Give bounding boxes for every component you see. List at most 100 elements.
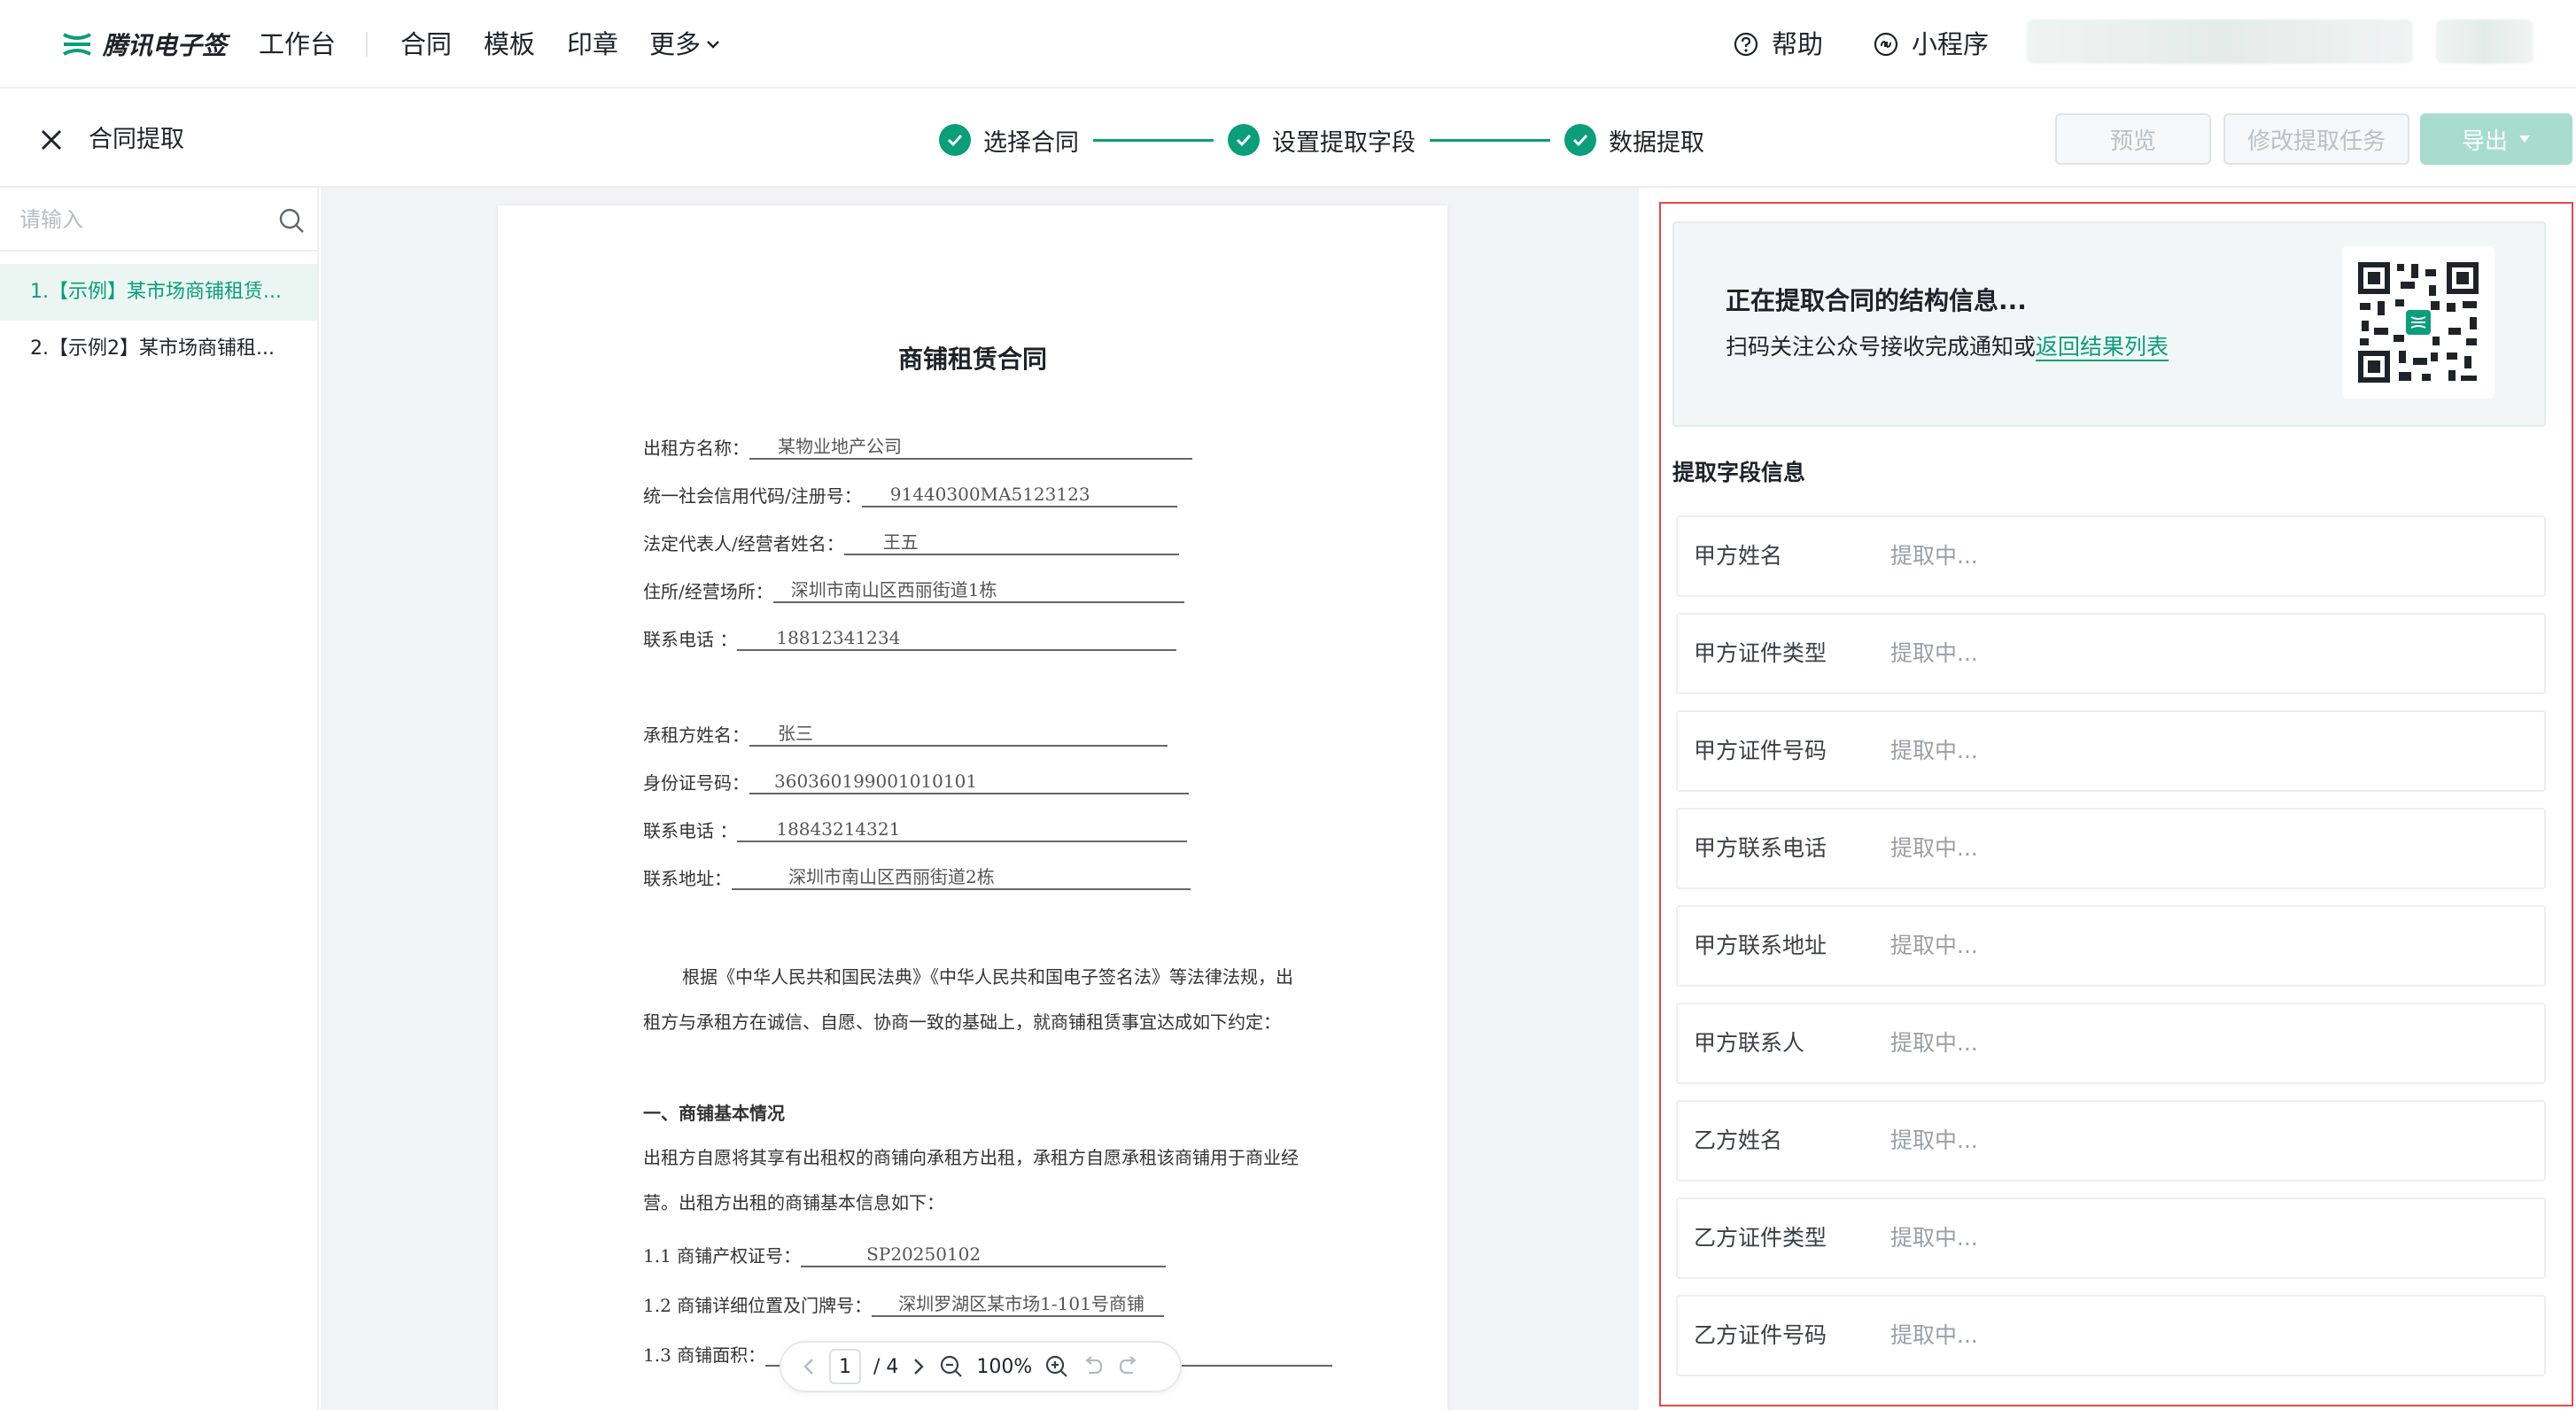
field-value: 深圳市南山区西丽街道1栋: [772, 578, 1184, 603]
field-status: 提取中...: [1890, 1127, 1978, 1153]
doc-field-lessor-phone: 联系电话 ： 18812341234: [643, 625, 1177, 651]
field-status: 提取中...: [1890, 1030, 1978, 1056]
account-info-blurred[interactable]: [2027, 19, 2413, 64]
help-link[interactable]: 帮助: [1733, 27, 1823, 62]
zoom-out-icon[interactable]: [939, 1354, 964, 1379]
field-status: 提取中...: [1890, 835, 1978, 861]
notice-title: 正在提取合同的结构信息...: [1726, 286, 2027, 315]
help-label: 帮助: [1772, 29, 1824, 59]
doc-field-lessee-address: 联系地址： 深圳市南山区西丽街道2栋: [643, 864, 1191, 890]
doc-field-shop-location: 1.2 商铺详细位置及门牌号： 深圳罗湖区某市场1-101号商铺: [643, 1291, 1165, 1317]
page-total: / 4: [873, 1355, 899, 1378]
qr-code: [2342, 246, 2495, 399]
field-value: 360360199001010101: [749, 770, 1189, 794]
field-status: 提取中...: [1890, 738, 1978, 763]
field-label: 法定代表人/经营者姓名：: [643, 533, 844, 554]
close-icon[interactable]: [35, 124, 67, 156]
zoom-in-icon[interactable]: [1044, 1354, 1069, 1379]
field-status: 提取中...: [1890, 933, 1978, 958]
search-icon[interactable]: [276, 205, 306, 236]
nav-contract[interactable]: 合同: [400, 27, 452, 62]
step-set-fields: 设置提取字段: [1228, 123, 1416, 158]
field-value: 张三: [749, 722, 1168, 747]
doc-field-lessee-name: 承租方姓名： 张三: [643, 721, 1168, 747]
search-box[interactable]: 请输入: [0, 188, 317, 252]
nav-workbench[interactable]: 工作台: [259, 27, 336, 62]
extract-field-row: 乙方姓名 提取中...: [1676, 1100, 2546, 1181]
field-name: 甲方联系电话: [1694, 835, 1827, 861]
check-icon: [939, 124, 971, 156]
step-select-contract: 选择合同: [939, 123, 1079, 158]
field-name: 乙方姓名: [1694, 1127, 1783, 1153]
field-label: 联系电话 ：: [643, 629, 738, 650]
doc-field-lessor-name: 出租方名称： 某物业地产公司: [643, 434, 1192, 460]
field-name: 乙方证件号码: [1694, 1322, 1827, 1348]
field-value: 18843214321: [737, 817, 1188, 842]
field-status: 提取中...: [1890, 1225, 1978, 1251]
chevron-down-icon: [707, 41, 719, 49]
user-info-blurred[interactable]: [2436, 19, 2533, 64]
nav-more[interactable]: 更多: [649, 27, 722, 62]
field-label: 1.1 商铺产权证号：: [643, 1245, 802, 1267]
field-value: 某物业地产公司: [749, 435, 1192, 460]
logo-text: 腾讯电子签: [103, 31, 228, 60]
doc-field-lessee-phone: 联系电话 ： 18843214321: [643, 817, 1188, 842]
contract-list-item[interactable]: 1.【示例】某市场商铺租赁...: [0, 264, 317, 321]
export-button[interactable]: 导出: [2420, 113, 2572, 165]
nav-template[interactable]: 模板: [484, 27, 535, 62]
field-label: 承租方姓名：: [643, 724, 749, 746]
field-label: 1.3 商铺面积：: [643, 1344, 766, 1366]
field-label: 1.2 商铺详细位置及门牌号：: [643, 1295, 873, 1316]
search-placeholder: 请输入: [19, 207, 83, 232]
steps-indicator: 选择合同 设置提取字段 数据提取: [939, 120, 1704, 159]
field-value: SP20250102: [801, 1243, 1167, 1267]
back-to-results-link[interactable]: 返回结果列表: [2036, 334, 2169, 361]
nav-seal[interactable]: 印章: [567, 27, 618, 62]
doc-field-property-cert: 1.1 商铺产权证号： SP20250102: [643, 1242, 1167, 1267]
field-status: 提取中...: [1890, 543, 1978, 569]
extract-field-row: 乙方证件号码 提取中...: [1676, 1295, 2546, 1376]
field-name: 甲方联系人: [1694, 1030, 1805, 1056]
top-navbar: 腾讯电子签 工作台 合同 模板 印章 更多 帮助 小程序: [0, 0, 2576, 89]
doc-paragraph-preamble: 根据《中华人民共和国民法典》《中华人民共和国电子签名法》等法律法规，出租方与承租…: [643, 966, 1293, 1033]
prev-page-icon[interactable]: [801, 1357, 817, 1376]
field-name: 乙方证件类型: [1694, 1225, 1827, 1251]
field-label: 联系地址：: [643, 868, 732, 889]
logo[interactable]: 腾讯电子签: [62, 27, 227, 62]
page-title: 合同提取: [89, 126, 184, 153]
extract-field-row: 乙方证件类型 提取中...: [1676, 1197, 2546, 1279]
field-label: 联系电话 ：: [643, 820, 738, 841]
extract-field-row: 甲方联系电话 提取中...: [1676, 808, 2546, 889]
rotate-left-icon[interactable]: [1082, 1355, 1105, 1378]
notice-text: 扫码关注公众号接收完成通知或: [1726, 334, 2037, 360]
doc-section-heading: 一、商铺基本情况: [643, 1103, 785, 1124]
field-label: 出租方名称：: [643, 438, 749, 459]
modify-task-button[interactable]: 修改提取任务: [2223, 113, 2409, 165]
help-icon: [1734, 32, 1758, 57]
field-value: 18812341234: [737, 626, 1177, 651]
step-connector: [1093, 138, 1214, 142]
doc-field-lessee-id: 身份证号码： 360360199001010101: [643, 769, 1189, 794]
nav-divider: [366, 32, 368, 57]
preview-button[interactable]: 预览: [2055, 113, 2211, 165]
step-label: 选择合同: [983, 128, 1079, 157]
miniprogram-label: 小程序: [1912, 29, 1990, 59]
extract-field-row: 甲方联系地址 提取中...: [1676, 905, 2546, 987]
export-label: 导出: [2461, 127, 2508, 154]
step-label: 设置提取字段: [1272, 128, 1416, 157]
rotate-right-icon[interactable]: [1117, 1355, 1140, 1378]
field-name: 甲方证件类型: [1694, 640, 1827, 666]
field-label: 住所/经营场所：: [643, 581, 773, 602]
field-name: 甲方姓名: [1694, 543, 1783, 569]
next-page-icon[interactable]: [911, 1357, 927, 1376]
extraction-notice: 正在提取合同的结构信息... 扫码关注公众号接收完成通知或返回结果列表: [1672, 221, 2546, 427]
step-data-extract: 数据提取: [1564, 123, 1704, 158]
page-number-input[interactable]: 1: [829, 1349, 861, 1384]
field-status: 提取中...: [1890, 1322, 1978, 1348]
contract-list-item[interactable]: 2.【示例2】某市场商铺租...: [0, 321, 317, 377]
document-viewer: 商铺租赁合同 出租方名称： 某物业地产公司 统一社会信用代码/注册号： 914403…: [321, 188, 1639, 1410]
doc-field-lessor-address: 住所/经营场所： 深圳市南山区西丽街道1栋: [643, 577, 1184, 603]
contract-list-panel: 请输入 1.【示例】某市场商铺租赁... 2.【示例2】某市场商铺租...: [0, 188, 319, 1410]
miniprogram-link[interactable]: 小程序: [1873, 27, 1989, 62]
caret-down-icon: [2519, 136, 2530, 143]
